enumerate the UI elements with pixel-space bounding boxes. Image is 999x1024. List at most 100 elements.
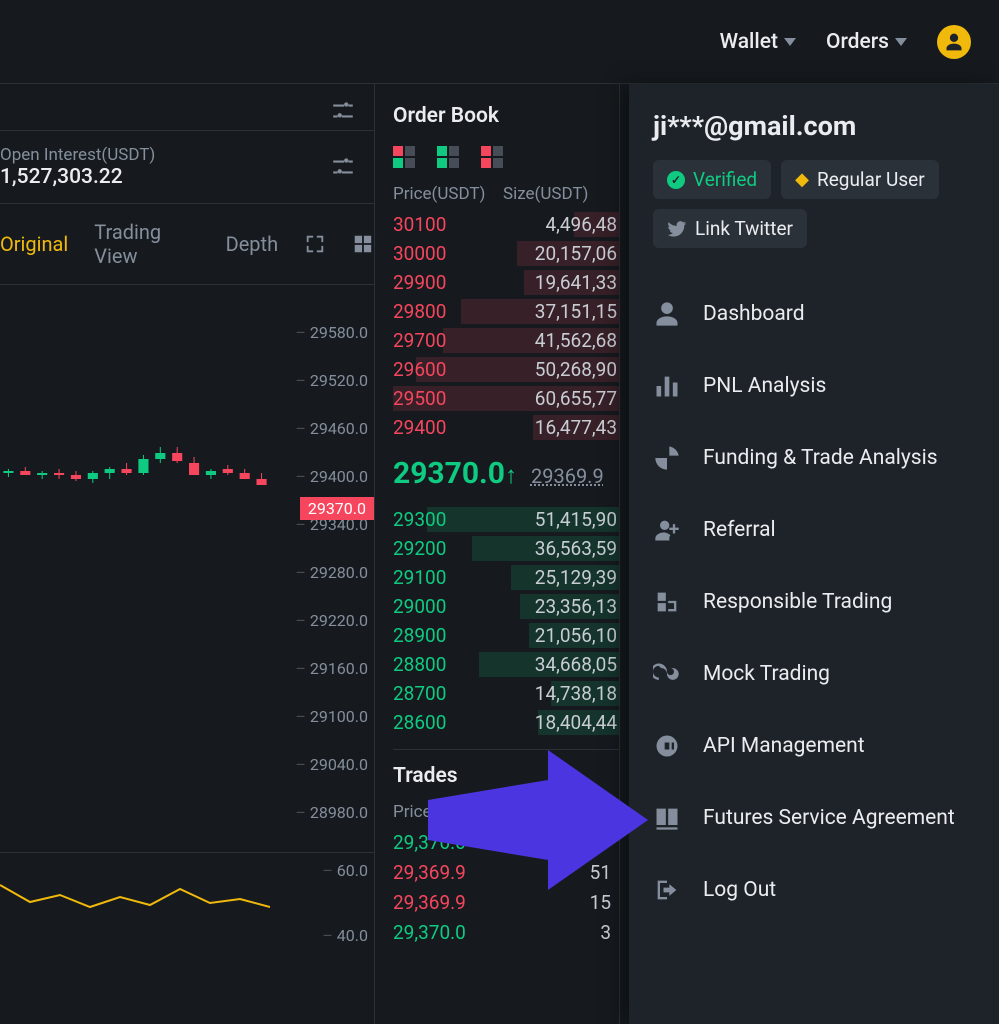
settings-sliders-icon[interactable] bbox=[330, 98, 356, 124]
menu-log-out[interactable]: Log Out bbox=[653, 854, 999, 926]
grid-icon[interactable] bbox=[352, 232, 374, 256]
menu-api-management[interactable]: API Management bbox=[653, 710, 999, 782]
orderbook-mode-asks[interactable] bbox=[481, 146, 503, 168]
menu-referral[interactable]: Referral bbox=[653, 494, 999, 566]
orderbook-price: 29200 bbox=[393, 534, 503, 563]
orderbook-price: 29300 bbox=[393, 505, 503, 534]
orderbook-row[interactable]: 2880034,668,05 bbox=[393, 650, 619, 679]
price-chart[interactable]: 29580.029520.029460.029400.029340.029280… bbox=[0, 285, 374, 1024]
shield-icon bbox=[653, 588, 681, 616]
chip-verified[interactable]: Verified bbox=[653, 160, 771, 199]
chevron-down-icon bbox=[895, 38, 907, 46]
menu-funding-trade-analysis[interactable]: Funding & Trade Analysis bbox=[653, 422, 999, 494]
tab-depth[interactable]: Depth bbox=[226, 232, 279, 256]
orderbook-size: 21,056,10 bbox=[503, 621, 619, 650]
expand-icon[interactable] bbox=[304, 232, 326, 256]
orderbook-mark-price[interactable]: 29369.9 bbox=[531, 464, 604, 488]
trade-amount: 51 bbox=[513, 858, 619, 888]
orderbook-size: 37,151,15 bbox=[503, 297, 619, 326]
open-interest-value: 1,527,303.22 bbox=[0, 165, 155, 189]
orderbook-price: 28900 bbox=[393, 621, 503, 650]
orderbook-price: 29800 bbox=[393, 297, 503, 326]
orderbook-row[interactable]: 2990019,641,33 bbox=[393, 268, 619, 297]
orderbook-price: 29000 bbox=[393, 592, 503, 621]
menu-mock-trading[interactable]: Mock Trading bbox=[653, 638, 999, 710]
tab-original[interactable]: Original bbox=[0, 232, 68, 256]
user-email: ji***@gmail.com bbox=[653, 110, 999, 142]
orderbook-row[interactable]: 2970041,562,68 bbox=[393, 326, 619, 355]
candlestick-series bbox=[0, 443, 270, 563]
chip-regular-user[interactable]: ◆ Regular User bbox=[781, 160, 939, 199]
wallet-nav[interactable]: Wallet bbox=[720, 30, 796, 54]
orderbook-mode-both[interactable] bbox=[393, 146, 415, 168]
trades-header-amount: Amount(USDT) bbox=[503, 802, 617, 822]
menu-futures-agreement[interactable]: Futures Service Agreement bbox=[653, 782, 999, 854]
user-icon bbox=[944, 32, 964, 52]
api-icon bbox=[653, 732, 681, 760]
menu-dashboard[interactable]: Dashboard bbox=[653, 278, 999, 350]
orderbook-size: 4,496,48 bbox=[503, 210, 619, 239]
orderbook-price: 28600 bbox=[393, 708, 503, 737]
menu-responsible-trading[interactable]: Responsible Trading bbox=[653, 566, 999, 638]
settings-sliders-icon[interactable] bbox=[330, 154, 356, 180]
orderbook-size: 16,477,43 bbox=[503, 413, 619, 442]
orders-nav[interactable]: Orders bbox=[826, 30, 907, 54]
verified-icon bbox=[667, 171, 685, 189]
orderbook-price: 29100 bbox=[393, 563, 503, 592]
chip-link-twitter[interactable]: Link Twitter bbox=[653, 209, 807, 248]
orderbook-row[interactable]: 3000020,157,06 bbox=[393, 239, 619, 268]
y-tick: 29520.0 bbox=[295, 371, 368, 390]
bar-chart-icon bbox=[653, 372, 681, 400]
trade-row[interactable]: 29,370.03 bbox=[393, 918, 619, 948]
orderbook-row[interactable]: 2860018,404,44 bbox=[393, 708, 619, 737]
tab-tradingview[interactable]: Trading View bbox=[94, 220, 199, 268]
orderbook-price: 30100 bbox=[393, 210, 503, 239]
vol-tick: 60.0 bbox=[322, 861, 368, 880]
orderbook-row[interactable]: 2910025,129,39 bbox=[393, 563, 619, 592]
orderbook-mode-bids[interactable] bbox=[437, 146, 459, 168]
orderbook-row[interactable]: 2870014,738,18 bbox=[393, 679, 619, 708]
orderbook-row[interactable]: 2960050,268,90 bbox=[393, 355, 619, 384]
trades-title: Trades bbox=[393, 764, 619, 788]
trade-amount: 15 bbox=[513, 888, 619, 918]
trade-row[interactable]: 29,369.951 bbox=[393, 858, 619, 888]
logout-icon bbox=[653, 876, 681, 904]
orderbook-price: 28800 bbox=[393, 650, 503, 679]
y-tick: 29160.0 bbox=[295, 659, 368, 678]
account-panel: ji***@gmail.com Verified ◆ Regular User … bbox=[629, 84, 999, 1024]
orderbook-row[interactable]: 2980037,151,15 bbox=[393, 297, 619, 326]
avatar[interactable] bbox=[937, 25, 971, 59]
orderbook-size: 25,129,39 bbox=[503, 563, 619, 592]
orderbook-row[interactable]: 301004,496,48 bbox=[393, 210, 619, 239]
orderbook-size: 50,268,90 bbox=[503, 355, 619, 384]
orderbook-row[interactable]: 2950060,655,77 bbox=[393, 384, 619, 413]
orderbook-size: 20,157,06 bbox=[503, 239, 619, 268]
orderbook-size: 14,738,18 bbox=[503, 679, 619, 708]
y-tick: 29220.0 bbox=[295, 611, 368, 630]
y-tick: 29040.0 bbox=[295, 755, 368, 774]
swap-icon bbox=[653, 660, 681, 688]
orderbook-price: 28700 bbox=[393, 679, 503, 708]
orderbook-size: 23,356,13 bbox=[503, 592, 619, 621]
orderbook-row[interactable]: 2930051,415,90 bbox=[393, 505, 619, 534]
orderbook-size: 18,404,44 bbox=[503, 708, 619, 737]
y-tick: 29280.0 bbox=[295, 563, 368, 582]
volume-line bbox=[0, 877, 270, 917]
trade-amount: 3 bbox=[513, 918, 619, 948]
trade-price: 29,369.9 bbox=[393, 858, 513, 888]
menu-pnl-analysis[interactable]: PNL Analysis bbox=[653, 350, 999, 422]
orderbook-row[interactable]: 2920036,563,59 bbox=[393, 534, 619, 563]
orderbook-size: 51,415,90 bbox=[503, 505, 619, 534]
orderbook-row[interactable]: 2890021,056,10 bbox=[393, 621, 619, 650]
chevron-down-icon bbox=[784, 38, 796, 46]
orderbook-row[interactable]: 2940016,477,43 bbox=[393, 413, 619, 442]
orderbook-row[interactable]: 2900023,356,13 bbox=[393, 592, 619, 621]
orderbook-price: 29700 bbox=[393, 326, 503, 355]
y-tick: 28980.0 bbox=[295, 803, 368, 822]
trade-row[interactable]: 29,370.029 bbox=[393, 828, 619, 858]
orderbook-size: 36,563,59 bbox=[503, 534, 619, 563]
trade-price: 29,369.9 bbox=[393, 888, 513, 918]
y-tick: 29580.0 bbox=[295, 323, 368, 342]
trade-row[interactable]: 29,369.915 bbox=[393, 888, 619, 918]
y-tick: 29100.0 bbox=[295, 707, 368, 726]
